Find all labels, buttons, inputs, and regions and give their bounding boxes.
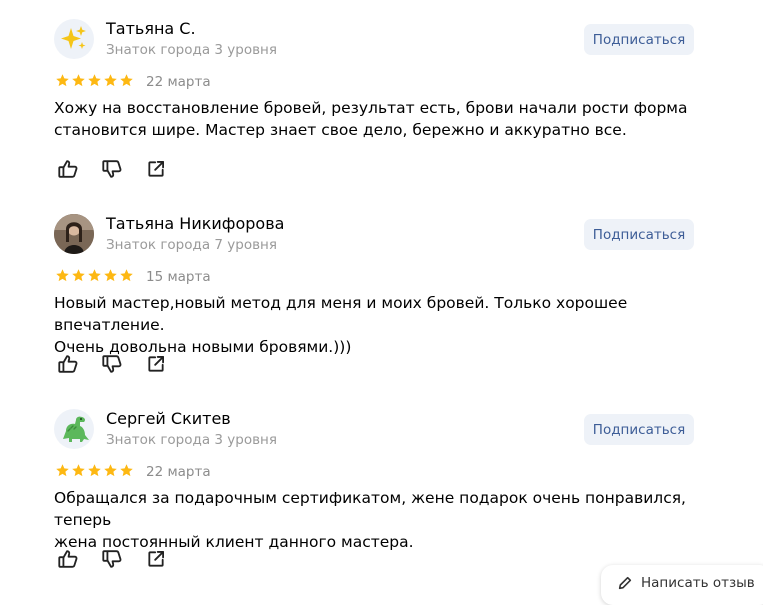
thumbs-up-icon	[58, 355, 78, 373]
share-button[interactable]	[144, 353, 168, 375]
review-date: 15 марта	[146, 269, 211, 285]
like-button[interactable]	[56, 548, 80, 570]
write-review-label: Написать отзыв	[641, 575, 755, 591]
star-icon	[72, 74, 85, 87]
star-icon	[104, 464, 117, 477]
subscribe-button[interactable]: Подписаться	[584, 24, 694, 55]
share-icon	[148, 161, 164, 177]
review-text: Хожу на восстановление бровей, результат…	[54, 97, 714, 141]
review-text-line: Новый мастер,новый метод для меня и моих…	[54, 294, 628, 334]
star-icon	[120, 464, 133, 477]
author-avatar[interactable]	[54, 409, 94, 449]
dislike-button[interactable]	[100, 158, 124, 180]
star-icon	[72, 464, 85, 477]
author-avatar[interactable]	[54, 19, 94, 59]
review-actions	[56, 158, 168, 180]
review-card: Татьяна Никифорова Знаток города 7 уровн…	[0, 195, 763, 390]
review-text-line: Обращался за подарочным сертификатом, же…	[54, 489, 686, 529]
thumbs-up-icon	[58, 160, 78, 178]
author-avatar[interactable]	[54, 214, 94, 254]
share-button[interactable]	[144, 548, 168, 570]
rating-stars	[55, 268, 134, 283]
sparkles-icon	[61, 26, 86, 49]
author-level: Знаток города 3 уровня	[106, 432, 278, 448]
review-card: Татьяна С. Знаток города 3 уровня Подпис…	[0, 0, 763, 195]
author-name[interactable]: Татьяна Никифорова	[106, 214, 284, 233]
share-button[interactable]	[144, 158, 168, 180]
star-icon	[88, 464, 101, 477]
star-icon	[88, 269, 101, 282]
review-date: 22 марта	[146, 464, 211, 480]
share-icon	[148, 356, 164, 372]
star-icon	[104, 74, 117, 87]
like-button[interactable]	[56, 158, 80, 180]
star-icon	[56, 269, 69, 282]
author-name[interactable]: Татьяна С.	[106, 19, 196, 38]
subscribe-button[interactable]: Подписаться	[584, 219, 694, 250]
thumbs-down-icon	[102, 355, 122, 373]
review-actions	[56, 353, 168, 375]
like-button[interactable]	[56, 353, 80, 375]
dislike-button[interactable]	[100, 548, 124, 570]
author-name[interactable]: Сергей Скитев	[106, 409, 231, 428]
star-icon	[104, 269, 117, 282]
share-icon	[148, 551, 164, 567]
rating-stars	[55, 463, 134, 478]
star-icon	[120, 74, 133, 87]
review-date: 22 марта	[146, 74, 211, 90]
review-actions	[56, 548, 168, 570]
thumbs-up-icon	[58, 550, 78, 568]
dislike-button[interactable]	[100, 353, 124, 375]
rating-stars	[55, 73, 134, 88]
review-text: Новый мастер,новый метод для меня и моих…	[54, 292, 714, 358]
star-icon	[88, 74, 101, 87]
thumbs-down-icon	[102, 550, 122, 568]
review-card: Сергей Скитев Знаток города 3 уровня Под…	[0, 390, 763, 585]
dinosaur-icon	[63, 416, 89, 442]
star-icon	[120, 269, 133, 282]
subscribe-button[interactable]: Подписаться	[584, 414, 694, 445]
review-text-line: Хожу на восстановление бровей, результат…	[54, 99, 688, 117]
star-icon	[72, 269, 85, 282]
review-text: Обращался за подарочным сертификатом, же…	[54, 487, 714, 553]
review-text-line: становится шире. Мастер знает свое дело,…	[54, 121, 627, 139]
star-icon	[56, 74, 69, 87]
author-level: Знаток города 3 уровня	[106, 42, 278, 58]
star-icon	[56, 464, 69, 477]
profile-photo-icon	[54, 214, 94, 254]
pencil-icon	[618, 576, 632, 590]
thumbs-down-icon	[102, 160, 122, 178]
author-level: Знаток города 7 уровня	[106, 237, 278, 253]
write-review-button[interactable]: Написать отзыв	[601, 565, 763, 605]
